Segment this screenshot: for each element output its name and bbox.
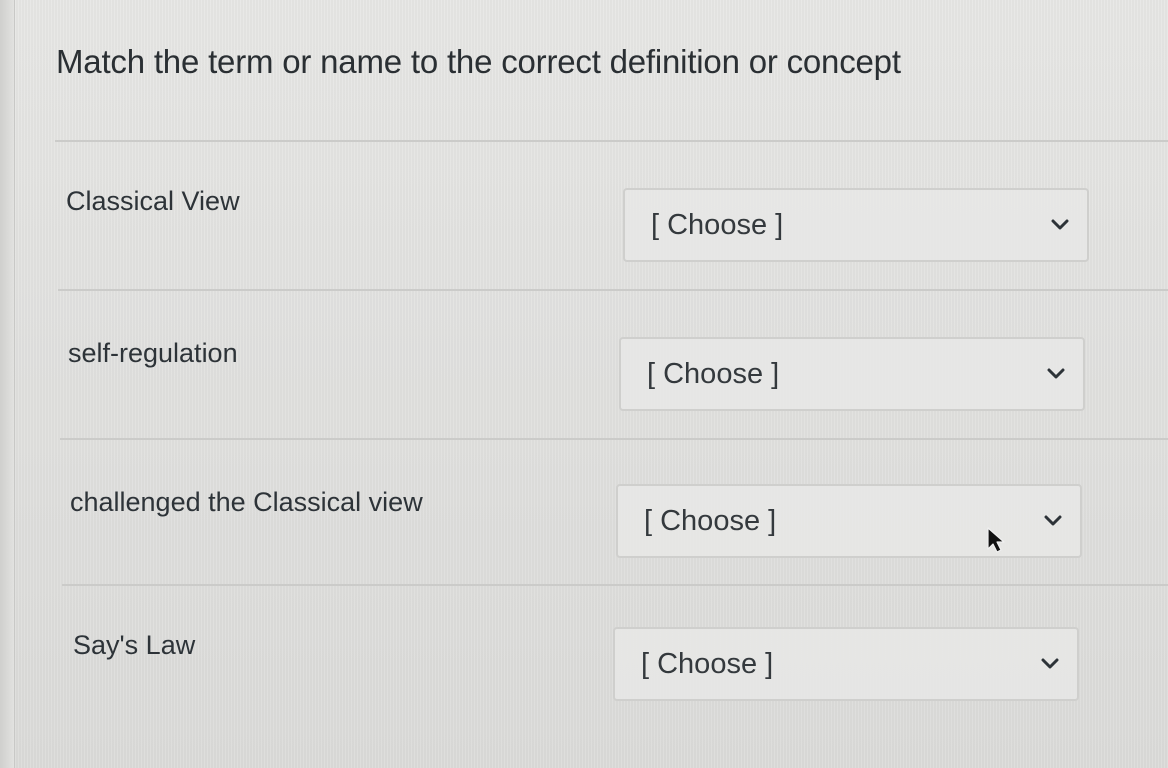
question-prompt: Match the term or name to the correct de… bbox=[56, 43, 901, 80]
mouse-cursor-icon bbox=[987, 527, 1005, 553]
chevron-down-icon bbox=[1044, 515, 1062, 526]
answer-select-classical-view[interactable]: [ Choose ] bbox=[623, 188, 1089, 262]
left-border bbox=[0, 0, 15, 768]
quiz-page: Match the term or name to the correct de… bbox=[0, 0, 1168, 768]
select-value: [ Choose ] bbox=[651, 209, 784, 241]
answer-select-challenged-classical-view[interactable]: [ Choose ] bbox=[616, 484, 1082, 558]
row-divider bbox=[58, 289, 1168, 291]
row-divider bbox=[62, 584, 1168, 586]
row-divider bbox=[60, 438, 1168, 440]
select-value: [ Choose ] bbox=[644, 505, 777, 537]
term-label-challenged-classical-view: challenged the Classical view bbox=[70, 487, 423, 517]
chevron-down-icon bbox=[1047, 368, 1065, 379]
answer-select-self-regulation[interactable]: [ Choose ] bbox=[619, 337, 1085, 411]
question-divider bbox=[55, 140, 1168, 142]
term-label-self-regulation: self-regulation bbox=[68, 338, 238, 368]
answer-select-says-law[interactable]: [ Choose ] bbox=[613, 627, 1079, 701]
term-label-says-law: Say's Law bbox=[73, 630, 196, 660]
select-value: [ Choose ] bbox=[641, 648, 774, 680]
term-label-classical-view: Classical View bbox=[66, 186, 240, 216]
select-value: [ Choose ] bbox=[647, 358, 780, 390]
chevron-down-icon bbox=[1041, 658, 1059, 669]
chevron-down-icon bbox=[1051, 219, 1069, 230]
